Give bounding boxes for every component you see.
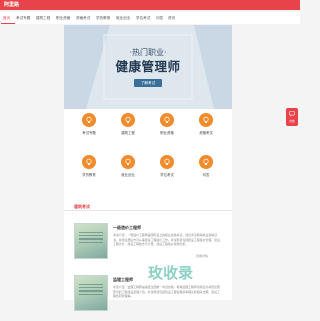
- watermark: 玫收录: [148, 264, 194, 282]
- lightbulb-icon: [121, 113, 135, 127]
- category-item[interactable]: 就业创业: [113, 155, 143, 183]
- floating-button-label: 在线: [289, 120, 295, 123]
- lightbulb-icon: [82, 155, 96, 169]
- category-label: 资格考试: [199, 131, 213, 135]
- nav-item-construction[interactable]: 建筑工程: [36, 16, 50, 20]
- chat-icon: [289, 111, 295, 117]
- category-item[interactable]: 考试专题: [74, 113, 104, 141]
- category-label: 学位考试: [160, 173, 174, 177]
- nav-item-topics[interactable]: 考试专题: [16, 16, 30, 20]
- category-label: 职业资格: [160, 131, 174, 135]
- nav-item-exams[interactable]: 资格考试: [76, 16, 90, 20]
- category-grid: 考试专题 建筑工程 职业资格 资格考试 学历教育 就业创业 学位考试 问答: [64, 113, 232, 197]
- lightbulb-icon: [82, 113, 96, 127]
- category-label: 问答: [202, 173, 210, 177]
- promo-banner[interactable]: ·热门职业· 健康管理师 了解考试: [64, 25, 232, 109]
- lightbulb-icon: [199, 155, 213, 169]
- learn-more-button[interactable]: 了解考试: [134, 79, 162, 87]
- exam-card-title[interactable]: 监理工程师: [113, 277, 133, 283]
- main-content: ·热门职业· 健康管理师 了解考试 考试专题 建筑工程 职业资格 资格考试 学历…: [64, 25, 232, 311]
- nav-item-home[interactable]: 首页: [3, 16, 10, 20]
- category-item[interactable]: 问答: [191, 155, 221, 183]
- nav-item-qa[interactable]: 问答: [156, 16, 163, 20]
- lightbulb-icon: [160, 113, 174, 127]
- category-item[interactable]: 资格考试: [191, 113, 221, 141]
- lightbulb-icon: [121, 155, 135, 169]
- floating-service-button[interactable]: 在线: [286, 108, 298, 126]
- category-label: 就业创业: [121, 173, 135, 177]
- nav-item-qualification[interactable]: 职业资格: [56, 16, 70, 20]
- exam-card-desc: 考试介绍：一级造价工程师是国家设立的职业资格考试，通过考试取得执业资格证书，并经…: [113, 233, 220, 247]
- category-label: 建筑工程: [121, 131, 135, 135]
- category-item[interactable]: 学历教育: [74, 155, 104, 183]
- category-item[interactable]: 学位考试: [152, 155, 182, 183]
- nav-item-news[interactable]: 资讯: [168, 16, 175, 20]
- section-header: 建筑考试: [64, 200, 232, 211]
- category-item[interactable]: 职业资格: [152, 113, 182, 141]
- exam-card-desc: 考试介绍：监理工程师是指经全国统一考试合格，取得监理工程师资格证书并经注册登记的…: [113, 285, 220, 299]
- banner-title: 健康管理师: [115, 59, 181, 74]
- exam-thumbnail[interactable]: [74, 275, 108, 311]
- main-nav: 首页 考试专题 建筑工程 职业资格 资格考试 学历教育 就业创业 学位考试 问答…: [0, 12, 300, 24]
- exam-thumbnail[interactable]: [74, 223, 108, 259]
- category-label: 考试专题: [82, 131, 96, 135]
- exam-card-more-link[interactable]: 查看详情: [196, 254, 208, 258]
- nav-item-employment[interactable]: 就业创业: [116, 16, 130, 20]
- site-logo[interactable]: 阿里路: [4, 2, 19, 8]
- top-bar: 阿里路: [0, 0, 300, 10]
- lightbulb-icon: [160, 155, 174, 169]
- lightbulb-icon: [199, 113, 213, 127]
- category-item[interactable]: 建筑工程: [113, 113, 143, 141]
- exam-section: 建筑考试 一级造价工程师 考试介绍：一级造价工程师是国家设立的职业资格考试，通过…: [64, 200, 232, 311]
- nav-item-degree[interactable]: 学位考试: [136, 16, 150, 20]
- exam-card-title[interactable]: 一级造价工程师: [113, 225, 141, 231]
- nav-active-indicator: [1, 23, 15, 24]
- category-label: 学历教育: [82, 173, 96, 177]
- nav-item-education[interactable]: 学历教育: [96, 16, 110, 20]
- section-title[interactable]: 建筑考试: [74, 204, 90, 210]
